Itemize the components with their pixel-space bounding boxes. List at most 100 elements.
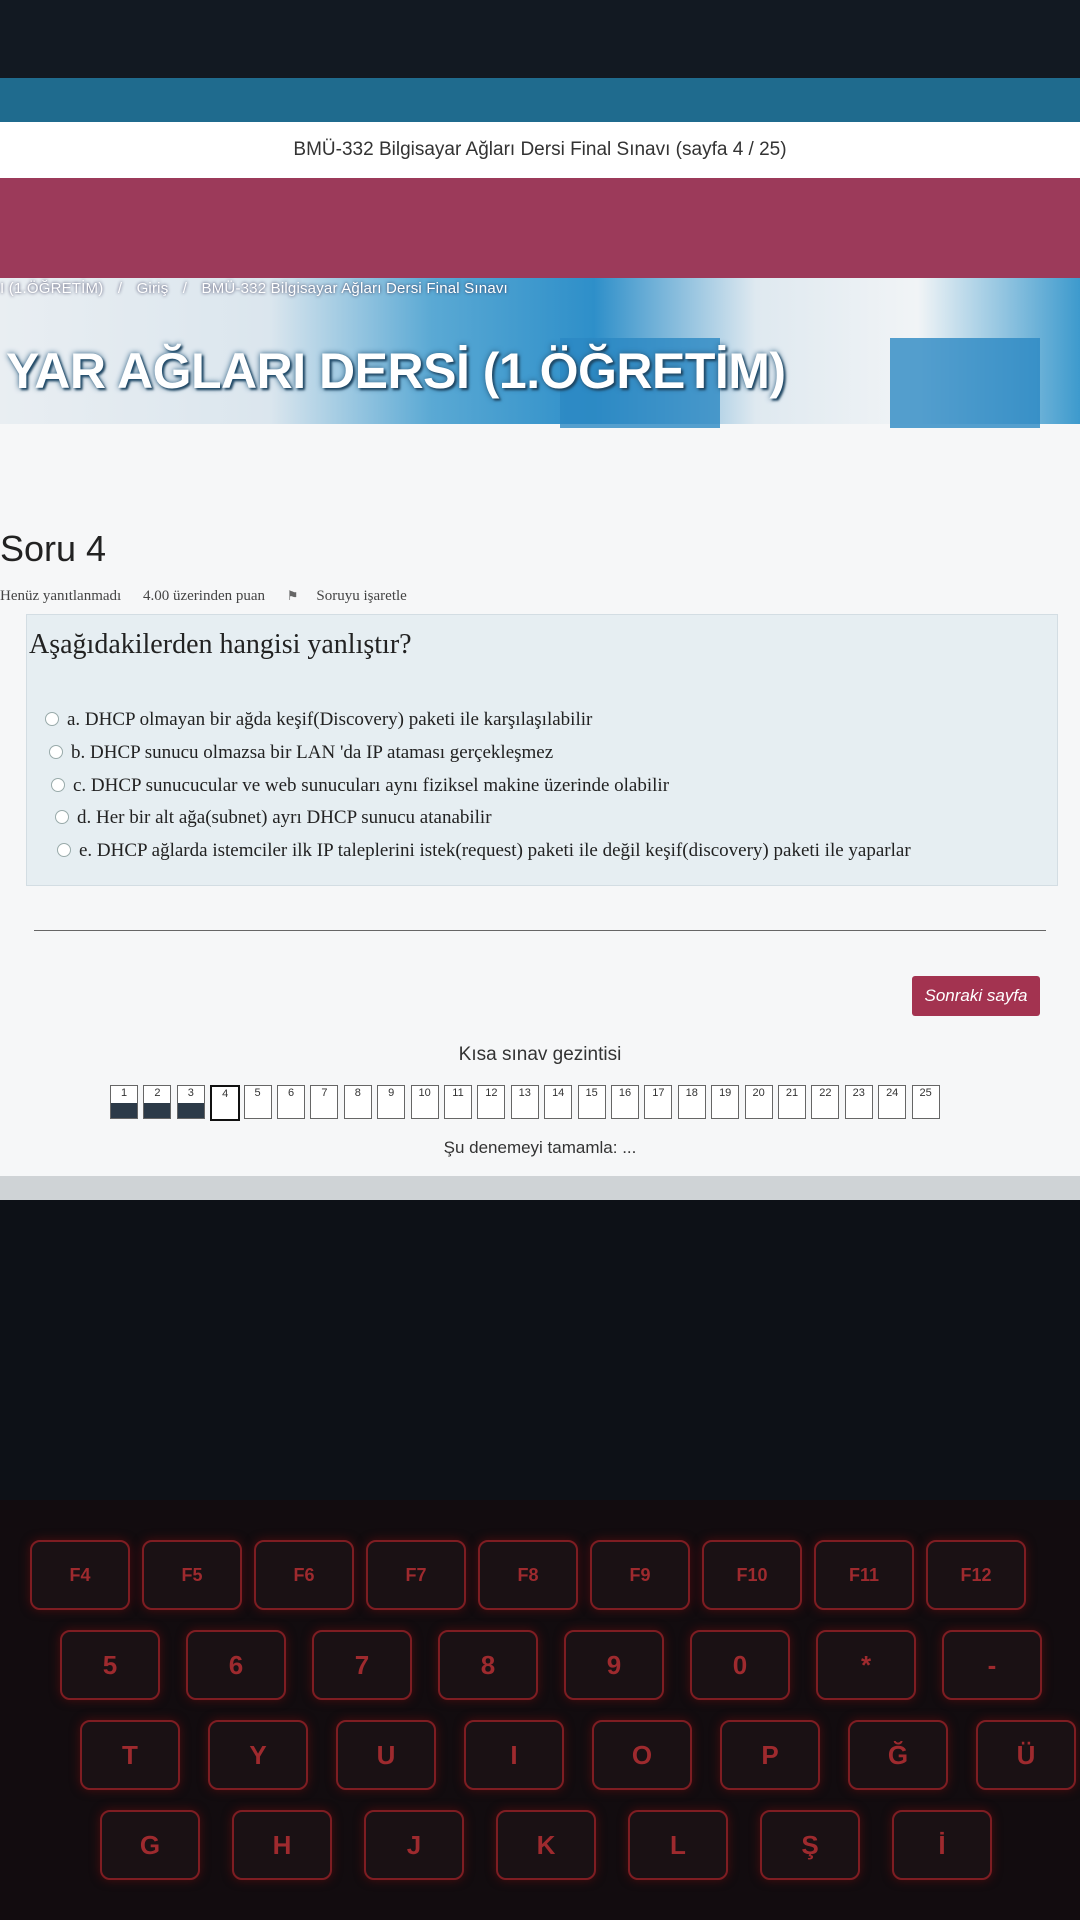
quiz-nav-button-14[interactable]: 14 — [544, 1085, 573, 1119]
breadcrumb-separator: / — [182, 280, 188, 297]
quiz-nav-button-6[interactable]: 6 — [277, 1085, 305, 1119]
quiz-nav-button-21[interactable]: 21 — [778, 1085, 806, 1119]
keyboard-key: * — [816, 1630, 916, 1700]
course-title: YAR AĞLARI DERSİ (1.ÖĞRETİM) — [6, 343, 786, 399]
keyboard-key: Ü — [976, 1720, 1076, 1790]
browser-viewport: BMÜ-332 Bilgisayar Ağları Dersi Final Sı… — [0, 122, 1080, 1200]
keyboard-key: Y — [208, 1720, 308, 1790]
keyboard-key: F7 — [366, 1540, 466, 1610]
keyboard-key: K — [496, 1810, 596, 1880]
quiz-nav-button-7[interactable]: 7 — [310, 1085, 339, 1119]
answer-option-e[interactable]: e. DHCP ağlarda istemciler ilk IP talepl… — [57, 840, 911, 862]
keyboard-key: 9 — [564, 1630, 664, 1700]
keyboard-key: Ğ — [848, 1720, 948, 1790]
quiz-nav-button-18[interactable]: 18 — [677, 1085, 706, 1119]
keyboard-key: 5 — [60, 1630, 160, 1700]
question-info: Henüz yanıtlanmadı 4.00 üzerinden puan ⚑… — [0, 588, 443, 605]
answer-option-a[interactable]: a. DHCP olmayan bir ağda keşif(Discovery… — [45, 709, 592, 731]
answer-label: a. DHCP olmayan bir ağda keşif(Discovery… — [67, 709, 593, 730]
answer-label: c. DHCP sunucucular ve web sunucuları ay… — [73, 775, 670, 796]
keyboard-key: P — [720, 1720, 820, 1790]
hero-decoration — [890, 338, 1040, 428]
keyboard-key: Ş — [760, 1810, 860, 1880]
question-status: Henüz yanıtlanmadı — [0, 588, 122, 604]
keyboard-key: F5 — [142, 1540, 242, 1610]
keyboard-key: İ — [892, 1810, 992, 1880]
keyboard-key: 0 — [690, 1630, 790, 1700]
quiz-nav-button-2[interactable]: 2 — [143, 1085, 172, 1119]
answer-label: d. Her bir alt ağa(subnet) ayrı DHCP sun… — [77, 807, 492, 828]
next-page-button[interactable]: Sonraki sayfa — [912, 976, 1040, 1016]
quiz-nav-button-3[interactable]: 3 — [176, 1085, 205, 1119]
quiz-nav-button-17[interactable]: 17 — [644, 1085, 673, 1119]
answer-option-c[interactable]: c. DHCP sunucucular ve web sunucuları ay… — [51, 775, 669, 797]
breadcrumb-course[interactable]: I (1.ÖĞRETİM) — [0, 280, 103, 297]
keyboard-key: F11 — [814, 1540, 914, 1610]
keyboard-key: 6 — [186, 1630, 286, 1700]
quiz-nav-button-22[interactable]: 22 — [811, 1085, 840, 1119]
question-number: Soru 4 — [0, 528, 107, 569]
quiz-nav-button-10[interactable]: 10 — [410, 1085, 439, 1119]
question-points: 4.00 üzerinden puan — [142, 588, 266, 604]
quiz-nav-button-16[interactable]: 16 — [611, 1085, 639, 1119]
keyboard-key: 7 — [312, 1630, 412, 1700]
keyboard-key: - — [942, 1630, 1042, 1700]
quiz-nav-button-25[interactable]: 25 — [911, 1085, 940, 1119]
keyboard-key: G — [100, 1810, 200, 1880]
quiz-nav-button-15[interactable]: 15 — [577, 1085, 606, 1119]
keyboard-key: J — [364, 1810, 464, 1880]
flag-question-link[interactable]: ⚑ Soruyu işaretle — [287, 588, 425, 604]
flag-icon: ⚑ — [286, 588, 299, 603]
breadcrumb-separator: / — [117, 280, 123, 297]
quiz-nav-button-11[interactable]: 11 — [444, 1085, 472, 1119]
section-divider — [34, 930, 1046, 931]
radio-button[interactable] — [57, 842, 71, 857]
keyboard-key: F12 — [926, 1540, 1026, 1610]
browser-tab-strip — [0, 78, 1080, 126]
quiz-nav-button-23[interactable]: 23 — [844, 1085, 873, 1119]
breadcrumb: I (1.ÖĞRETİM) / Giriş / BMÜ-332 Bilgisay… — [0, 280, 518, 297]
quiz-nav-button-13[interactable]: 13 — [510, 1085, 539, 1119]
keyboard-key: F9 — [590, 1540, 690, 1610]
browser-bottom-edge — [0, 1176, 1080, 1200]
quiz-navigation-title: Kısa sınav gezintisi — [458, 1044, 622, 1065]
flag-question-label: Soruyu işaretle — [316, 588, 407, 604]
quiz-nav-button-12[interactable]: 12 — [477, 1085, 506, 1119]
quiz-nav-button-8[interactable]: 8 — [343, 1085, 372, 1119]
site-navbar — [0, 178, 1080, 278]
keyboard-key: T — [80, 1720, 180, 1790]
keyboard-key: H — [232, 1810, 332, 1880]
keyboard-key: 8 — [438, 1630, 538, 1700]
keyboard-key: F8 — [478, 1540, 578, 1610]
keyboard-key: L — [628, 1810, 728, 1880]
quiz-nav-button-9[interactable]: 9 — [377, 1085, 406, 1119]
keyboard-key: O — [592, 1720, 692, 1790]
quiz-nav-button-20[interactable]: 20 — [744, 1085, 773, 1119]
breadcrumb-home[interactable]: Giriş — [137, 280, 169, 297]
keyboard-key: F4 — [30, 1540, 130, 1610]
quiz-nav-button-1[interactable]: 1 — [110, 1085, 138, 1119]
radio-button[interactable] — [45, 711, 59, 726]
question-text: Aşağıdakilerden hangisi yanlıştır? — [29, 629, 412, 660]
keyboard-key: F6 — [254, 1540, 354, 1610]
keyboard-key: U — [336, 1720, 436, 1790]
laptop-bezel — [0, 1200, 1080, 1500]
quiz-nav-button-5[interactable]: 5 — [243, 1085, 272, 1119]
finish-attempt-link[interactable]: Şu denemeyi tamamla: ... — [0, 1138, 1080, 1158]
keyboard: F4 F5 F6 F7 F8 F9 F10 F11 F12 5 6 7 8 9 0 * - T Y U I O P Ğ Ü G H J… — [0, 1500, 1080, 1920]
keyboard-key: F10 — [702, 1540, 802, 1610]
window-title: BMÜ-332 Bilgisayar Ağları Dersi Final Sı… — [0, 122, 1080, 178]
keyboard-key: I — [464, 1720, 564, 1790]
breadcrumb-quiz[interactable]: BMÜ-332 Bilgisayar Ağları Dersi Final Sı… — [202, 280, 508, 297]
answer-option-d[interactable]: d. Her bir alt ağa(subnet) ayrı DHCP sun… — [55, 807, 492, 829]
radio-button[interactable] — [51, 777, 65, 792]
answer-label: b. DHCP sunucu olmazsa bir LAN 'da IP at… — [71, 742, 554, 763]
radio-button[interactable] — [55, 809, 69, 824]
quiz-nav-button-19[interactable]: 19 — [711, 1085, 740, 1119]
question-content: Aşağıdakilerden hangisi yanlıştır? a. DH… — [26, 614, 1058, 886]
radio-button[interactable] — [49, 744, 63, 759]
monitor-top-bezel — [0, 0, 1080, 80]
answer-option-b[interactable]: b. DHCP sunucu olmazsa bir LAN 'da IP at… — [49, 742, 553, 764]
quiz-nav-button-4[interactable]: 4 — [210, 1085, 241, 1121]
quiz-nav-button-24[interactable]: 24 — [878, 1085, 907, 1119]
